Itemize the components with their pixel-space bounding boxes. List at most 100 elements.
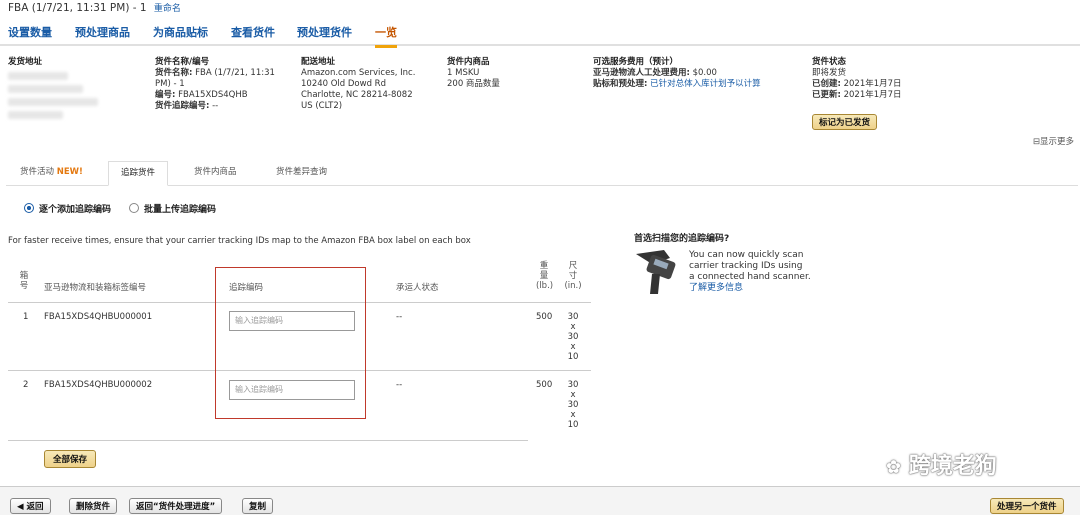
workflow-tabs: 设置数量 预处理商品 为商品贴标 查看货件 预处理货件 一览	[0, 20, 1080, 48]
shipment-id-value: FBA15XDS4QHB	[178, 90, 248, 100]
scanner-line: carrier tracking IDs using	[689, 261, 803, 271]
new-badge: NEW!	[56, 167, 83, 177]
back-arrow-icon: ◀	[17, 502, 24, 512]
redacted-address	[8, 98, 98, 106]
row-label-id: FBA15XDS4QHBU000001	[44, 312, 153, 322]
row-carrier-status: --	[396, 380, 403, 390]
tracking-id-value: --	[212, 101, 219, 111]
row-divider	[8, 440, 528, 441]
prep-fee-label: 贴标和预处理:	[593, 79, 648, 89]
col-label-id: 亚马逊物流和装箱标签编号	[44, 283, 147, 293]
dim-width: 30	[567, 400, 579, 410]
row-box-no: 2	[23, 380, 29, 390]
expand-icon: ⊟	[1032, 137, 1040, 147]
prep-fee-link[interactable]: 已针对总体入库计划予以计算	[650, 79, 761, 89]
mark-as-shipped-button[interactable]: 标记为已发货	[812, 114, 878, 130]
redacted-address	[8, 111, 63, 119]
fees-column: 可选服务费用（预计） 亚马逊物流人工处理费用: $0.00 贴标和预处理: 已针…	[593, 57, 803, 90]
back-button[interactable]: ◀ 返回	[10, 498, 51, 514]
unit-count: 200 商品数量	[447, 79, 500, 89]
row-dimensions: 30 x 30 x 10	[567, 380, 579, 430]
col-box-no-1: 箱	[19, 271, 29, 281]
row-weight: 500	[536, 380, 553, 390]
col-dims-3: (in.)	[564, 281, 582, 291]
learn-more-link[interactable]: 了解更多信息	[689, 283, 829, 294]
back-to-progress-button[interactable]: 返回“货件处理进度”	[129, 498, 223, 514]
process-another-button[interactable]: 处理另一个货件	[990, 498, 1064, 514]
dim-sep: x	[570, 342, 576, 352]
dim-sep: x	[570, 410, 576, 420]
ship-from-column: 发货地址	[8, 57, 42, 68]
msku-count: 1 MSKU	[447, 68, 480, 78]
dim-length: 30	[567, 312, 579, 322]
created-value: 2021年1月7日	[843, 79, 902, 89]
tab-track-shipment[interactable]: 追踪货件	[108, 161, 169, 186]
col-box-no-2: 号	[19, 281, 29, 291]
shipment-name-heading: 货件名称/编号	[155, 57, 210, 67]
col-weight-2: 量	[539, 271, 549, 281]
col-weight-3: (lb.)	[536, 281, 554, 291]
dim-sep: x	[570, 390, 576, 400]
row-weight: 500	[536, 312, 553, 322]
ship-to-column: 配送地址 Amazon.com Services, Inc. 10240 Old…	[301, 57, 441, 112]
shipment-id-label: 编号:	[155, 90, 176, 100]
tab-set-quantity[interactable]: 设置数量	[8, 24, 52, 40]
radio-individual[interactable]: 逐个添加追踪编码	[24, 202, 111, 215]
delete-shipment-button[interactable]: 删除货件	[69, 498, 118, 514]
tab-label-products[interactable]: 为商品贴标	[153, 24, 208, 40]
redacted-address	[8, 72, 68, 80]
dim-length: 30	[567, 380, 579, 390]
shipment-subtabs: 货件活动 NEW! 追踪货件 货件内商品 货件差异查询	[6, 161, 1078, 186]
hand-scanner-icon	[636, 250, 676, 294]
tab-reconcile[interactable]: 货件差异查询	[264, 161, 339, 184]
col-weight-1: 重	[539, 261, 549, 271]
tab-shipment-activity[interactable]: 货件活动 NEW!	[8, 161, 95, 184]
col-box-no: 箱号	[19, 271, 29, 291]
scanner-line: You can now quickly scan	[689, 250, 804, 260]
tab-shipment-contents[interactable]: 货件内商品	[182, 161, 249, 184]
updated-value: 2021年1月7日	[843, 90, 902, 100]
created-label: 已创建:	[812, 79, 841, 89]
radio-bulk[interactable]: 批量上传追踪编码	[129, 202, 216, 215]
col-dims-2: 寸	[568, 271, 578, 281]
shipment-title-text: FBA (1/7/21, 11:31 PM) - 1	[8, 2, 147, 14]
status-value: 即将发货	[812, 68, 847, 78]
show-more-link[interactable]: ⊟显示更多	[1033, 135, 1074, 147]
ship-to-line: US (CLT2)	[301, 101, 343, 111]
dim-height: 10	[567, 352, 579, 362]
shipment-name-value-cont: PM) - 1	[155, 79, 185, 89]
shipment-name-column: 货件名称/编号 货件名称: FBA (1/7/21, 11:31 PM) - 1…	[155, 57, 295, 112]
tab-prep-products[interactable]: 预处理商品	[75, 24, 130, 40]
col-dims-1: 尺	[568, 261, 578, 271]
tab-prepare-shipment[interactable]: 预处理货件	[297, 24, 352, 40]
contents-heading: 货件内商品	[447, 57, 490, 67]
tracking-id-label: 货件追踪编号:	[155, 101, 210, 111]
tab-review-shipments[interactable]: 查看货件	[231, 24, 275, 40]
save-all-button[interactable]: 全部保存	[44, 450, 97, 468]
col-dimensions: 尺寸 (in.)	[564, 261, 582, 291]
radio-selected-icon	[24, 203, 34, 213]
updated-label: 已更新:	[812, 90, 841, 100]
status-heading: 货件状态	[812, 57, 847, 67]
status-column: 货件状态 即将发货 已创建: 2021年1月7日 已更新: 2021年1月7日	[812, 57, 962, 101]
tab-summary[interactable]: 一览	[375, 24, 397, 48]
shipment-title: FBA (1/7/21, 11:31 PM) - 1 重命名	[8, 1, 181, 14]
ship-to-heading: 配送地址	[301, 57, 336, 67]
labor-fee-value: $0.00	[692, 68, 717, 78]
dim-sep: x	[570, 322, 576, 332]
radio-individual-label: 逐个添加追踪编码	[39, 205, 112, 215]
radio-unselected-icon	[129, 203, 139, 213]
scanner-description: You can now quickly scan carrier trackin…	[689, 250, 829, 294]
ship-to-line: 10240 Old Dowd Rd	[301, 79, 386, 89]
rename-link[interactable]: 重命名	[154, 4, 181, 14]
radio-bulk-label: 批量上传追踪编码	[144, 205, 217, 215]
scanner-line: a connected hand scanner.	[689, 272, 811, 282]
ship-to-line: Amazon.com Services, Inc.	[301, 68, 416, 78]
watermark: ✿ 跨境老狗	[886, 448, 997, 480]
ship-from-heading: 发货地址	[8, 57, 43, 67]
shipment-name-label: 货件名称:	[155, 68, 193, 78]
copy-button[interactable]: 复制	[242, 498, 274, 514]
row-box-no: 1	[23, 312, 29, 322]
back-label: 返回	[26, 502, 44, 512]
fees-heading: 可选服务费用（预计）	[593, 57, 679, 67]
